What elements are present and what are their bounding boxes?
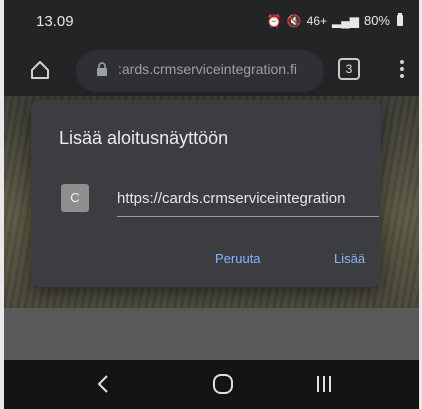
lock-icon	[97, 62, 107, 76]
system-nav-bar	[4, 360, 419, 409]
home-button-icon[interactable]	[212, 373, 234, 395]
add-to-homescreen-dialog: Lisää aloitusnäyttöön C Peruuta Lisää	[31, 100, 381, 287]
dialog-title: Lisää aloitusnäyttöön	[59, 128, 229, 148]
phone-screen: 13.09 ⏰ 🔇 46+ ▂▄▆ 80% :ards.crmservicein…	[0, 0, 422, 409]
tab-switcher-button[interactable]: 3	[338, 58, 360, 80]
shortcut-name-input[interactable]	[117, 180, 379, 217]
battery-icon	[397, 13, 403, 26]
status-icons: ⏰ 🔇 46+ ▂▄▆ 80%	[267, 13, 403, 28]
signal-icon: ▂▄▆	[332, 13, 359, 28]
browser-toolbar: :ards.crmserviceintegration.fi 3	[4, 44, 419, 96]
overflow-menu-icon[interactable]	[400, 60, 404, 78]
network-type-icon: 46+	[306, 13, 327, 28]
site-favicon: C	[61, 184, 89, 212]
add-button[interactable]: Lisää	[328, 247, 371, 270]
status-bar: 13.09 ⏰ 🔇 46+ ▂▄▆ 80%	[4, 0, 419, 44]
page-lower-area	[4, 308, 419, 360]
alarm-icon: ⏰	[266, 13, 282, 28]
recent-apps-icon[interactable]	[314, 374, 334, 394]
mute-icon: 🔇	[286, 13, 302, 28]
back-icon[interactable]	[96, 374, 110, 394]
battery-percentage: 80%	[363, 13, 390, 28]
status-time: 13.09	[36, 13, 74, 30]
cancel-button[interactable]: Peruuta	[209, 247, 267, 270]
url-text[interactable]: :ards.crmserviceintegration.fi	[118, 61, 318, 77]
home-icon[interactable]	[30, 60, 50, 80]
